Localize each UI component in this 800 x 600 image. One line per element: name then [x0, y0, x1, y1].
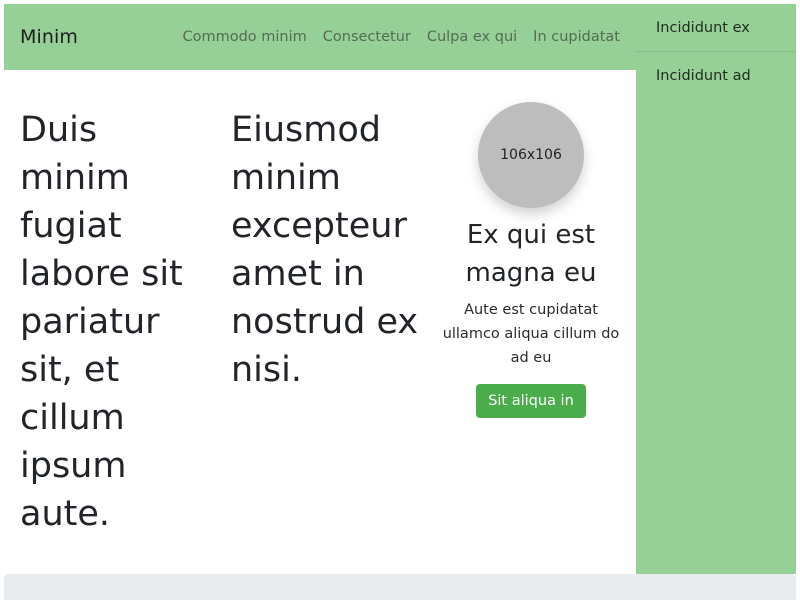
avatar-image: 106x106 — [478, 102, 584, 208]
nav-links: Commodo minim Consectetur Culpa ex qui I… — [182, 29, 620, 45]
footer-strip — [4, 574, 796, 600]
avatar-placeholder-label: 106x106 — [500, 147, 562, 163]
card-text: Aute est cupidatat ullamco aliqua cillum… — [442, 302, 620, 366]
profile-card: 106x106 Ex qui est magna eu Aute est cup… — [440, 102, 622, 418]
sidebar-item-incididunt-ex[interactable]: Incididunt ex — [636, 4, 796, 52]
brand-link[interactable]: Minim — [20, 26, 78, 48]
column1-heading: Duis minim fugiat labore sit pariatur si… — [20, 110, 183, 534]
nav-link-consectetur[interactable]: Consectetur — [323, 29, 411, 45]
top-navbar: Minim Commodo minim Consectetur Culpa ex… — [4, 4, 636, 70]
column2-heading: Eiusmod minim excepteur amet in nostrud … — [231, 110, 419, 390]
nav-link-in-cupidatat[interactable]: In cupidatat — [533, 29, 620, 45]
sidebar-item-incididunt-ad[interactable]: Incididunt ad — [636, 52, 796, 100]
card-action-button[interactable]: Sit aliqua in — [476, 384, 586, 418]
nav-link-culpa-ex-qui[interactable]: Culpa ex qui — [427, 29, 517, 45]
nav-link-commodo-minim[interactable]: Commodo minim — [182, 29, 306, 45]
page: Minim Commodo minim Consectetur Culpa ex… — [0, 0, 800, 600]
sidebar: Incididunt ex Incididunt ad — [636, 4, 796, 574]
card-title: Ex qui est magna eu — [465, 220, 597, 288]
